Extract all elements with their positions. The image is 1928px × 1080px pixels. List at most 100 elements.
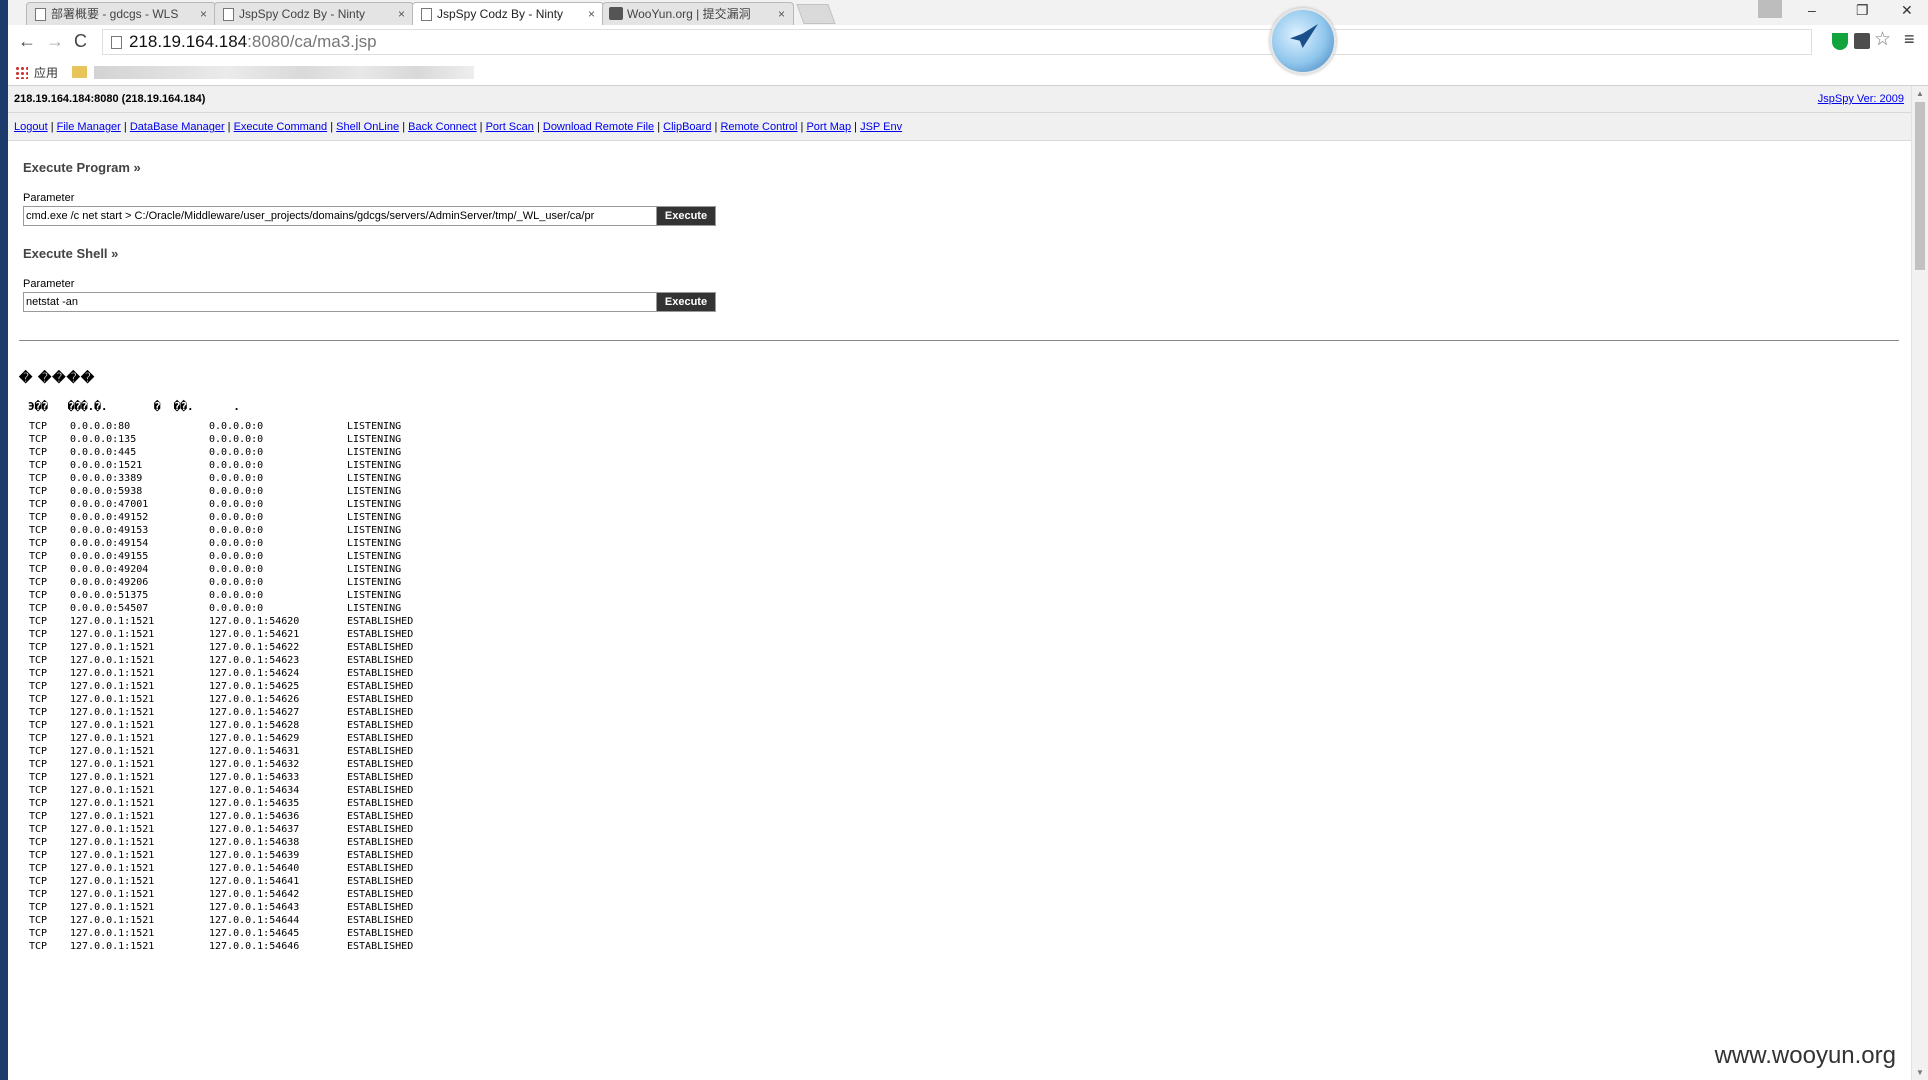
bookmark-star-icon[interactable]: ☆ (1874, 28, 1891, 51)
foreign-address-cell: 127.0.0.1:54626 (209, 694, 300, 705)
tab-wooyun[interactable]: WooYun.org | 提交漏洞 × (602, 2, 794, 25)
nav-download-remote-file[interactable]: Download Remote File (543, 121, 654, 133)
url-text[interactable]: 218.19.164.184:8080/ca/ma3.jsp (129, 32, 377, 52)
foreign-address-cell: 0.0.0.0:0 (209, 564, 264, 575)
protocol-cell: TCP (29, 486, 48, 497)
nav-database-manager[interactable]: DataBase Manager (130, 121, 225, 133)
back-icon[interactable]: ← (18, 31, 36, 52)
local-address-cell: 0.0.0.0:49154 (70, 538, 149, 549)
nav-port-scan[interactable]: Port Scan (486, 121, 534, 133)
state-cell: LISTENING (347, 551, 402, 562)
foreign-address-cell: 127.0.0.1:54634 (209, 785, 300, 796)
nav-back-connect[interactable]: Back Connect (408, 121, 476, 133)
menu-icon[interactable]: ≡ (1904, 29, 1915, 50)
scroll-up-icon[interactable]: ▲ (1916, 89, 1924, 98)
address-bar[interactable]: 218.19.164.184:8080/ca/ma3.jsp (102, 29, 1812, 55)
state-cell: ESTABLISHED (347, 941, 414, 952)
close-window-icon[interactable]: ✕ (1901, 2, 1913, 19)
local-address-cell: 127.0.0.1:1521 (70, 902, 155, 913)
protocol-cell: TCP (29, 720, 48, 731)
local-address-cell: 127.0.0.1:1521 (70, 733, 155, 744)
foreign-address-cell: 127.0.0.1:54631 (209, 746, 300, 757)
forward-icon[interactable]: → (46, 31, 64, 52)
protocol-cell: TCP (29, 668, 48, 679)
folder-icon[interactable] (72, 66, 87, 78)
scroll-down-icon[interactable]: ▼ (1916, 1068, 1924, 1077)
protocol-cell: TCP (29, 889, 48, 900)
scroll-thumb[interactable] (1915, 102, 1925, 270)
local-address-cell: 0.0.0.0:5938 (70, 486, 143, 497)
close-icon[interactable]: × (398, 3, 405, 25)
state-cell: LISTENING (347, 538, 402, 549)
execute-shell-button[interactable]: Execute (656, 292, 716, 312)
nav-shell-online[interactable]: Shell OnLine (336, 121, 399, 133)
state-cell: ESTABLISHED (347, 889, 414, 900)
nav-clipboard[interactable]: ClipBoard (663, 121, 711, 133)
close-icon[interactable]: × (588, 3, 595, 25)
foreign-address-cell: 127.0.0.1:54640 (209, 863, 300, 874)
nav-port-map[interactable]: Port Map (806, 121, 851, 133)
foreign-address-cell: 0.0.0.0:0 (209, 421, 264, 432)
restore-icon[interactable]: ❐ (1856, 2, 1869, 19)
protocol-cell: TCP (29, 759, 48, 770)
foreign-address-cell: 127.0.0.1:54625 (209, 681, 300, 692)
apps-grid-icon[interactable] (15, 66, 28, 79)
tab-jspspy-2[interactable]: JspSpy Codz By - Ninty × (412, 2, 604, 26)
foreign-address-cell: 0.0.0.0:0 (209, 434, 264, 445)
state-cell: ESTABLISHED (347, 772, 414, 783)
foreign-address-cell: 127.0.0.1:54628 (209, 720, 300, 731)
new-tab-button[interactable] (796, 4, 836, 24)
reload-icon[interactable]: C (74, 31, 87, 52)
local-address-cell: 127.0.0.1:1521 (70, 655, 155, 666)
watermark: www.wooyun.org (1714, 1042, 1896, 1069)
bird-logo (1270, 8, 1336, 74)
local-address-cell: 0.0.0.0:49206 (70, 577, 149, 588)
protocol-cell: TCP (29, 876, 48, 887)
protocol-cell: TCP (29, 603, 48, 614)
foreign-address-cell: 0.0.0.0:0 (209, 460, 264, 471)
url-path: :8080/ca/ma3.jsp (247, 32, 377, 51)
version-link[interactable]: JspSpy Ver: 2009 (1818, 93, 1904, 105)
wooyun-icon (609, 7, 623, 20)
protocol-cell: TCP (29, 551, 48, 562)
foreign-address-cell: 0.0.0.0:0 (209, 551, 264, 562)
local-address-cell: 127.0.0.1:1521 (70, 668, 155, 679)
nav-execute-command[interactable]: Execute Command (234, 121, 328, 133)
protocol-cell: TCP (29, 733, 48, 744)
tab-deployment-summary[interactable]: 部署概要 - gdcgs - WLS × (26, 2, 216, 25)
close-icon[interactable]: × (778, 3, 785, 25)
execute-program-button[interactable]: Execute (656, 206, 716, 226)
nav-jsp-env[interactable]: JSP Env (860, 121, 902, 133)
state-cell: ESTABLISHED (347, 824, 414, 835)
foreign-address-cell: 0.0.0.0:0 (209, 590, 264, 601)
shell-parameter-input[interactable] (23, 292, 658, 312)
nav-file-manager[interactable]: File Manager (57, 121, 121, 133)
close-icon[interactable]: × (200, 3, 207, 25)
local-address-cell: 127.0.0.1:1521 (70, 772, 155, 783)
protocol-cell: TCP (29, 434, 48, 445)
scrollbar[interactable]: ▲ ▼ (1911, 86, 1928, 1080)
tab-jspspy-1[interactable]: JspSpy Codz By - Ninty × (214, 2, 414, 25)
local-address-cell: 0.0.0.0:49204 (70, 564, 149, 575)
state-cell: ESTABLISHED (347, 837, 414, 848)
program-parameter-input[interactable] (23, 206, 658, 226)
protocol-cell: TCP (29, 538, 48, 549)
foreign-address-cell: 0.0.0.0:0 (209, 499, 264, 510)
state-cell: LISTENING (347, 486, 402, 497)
foreign-address-cell: 127.0.0.1:54622 (209, 642, 300, 653)
local-address-cell: 127.0.0.1:1521 (70, 759, 155, 770)
nav-remote-control[interactable]: Remote Control (720, 121, 797, 133)
local-address-cell: 127.0.0.1:1521 (70, 928, 155, 939)
apps-label[interactable]: 应用 (34, 64, 58, 81)
local-address-cell: 127.0.0.1:1521 (70, 616, 155, 627)
state-cell: ESTABLISHED (347, 668, 414, 679)
user-icon[interactable] (1758, 0, 1782, 18)
protocol-cell: TCP (29, 850, 48, 861)
minimize-icon[interactable]: – (1808, 2, 1816, 18)
local-address-cell: 127.0.0.1:1521 (70, 889, 155, 900)
translate-extension-icon[interactable] (1854, 33, 1870, 49)
foreign-address-cell: 0.0.0.0:0 (209, 486, 264, 497)
bookmarks-bar: 应用 (8, 60, 1928, 86)
shield-extension-icon[interactable] (1832, 33, 1848, 50)
nav-logout[interactable]: Logout (14, 121, 48, 133)
